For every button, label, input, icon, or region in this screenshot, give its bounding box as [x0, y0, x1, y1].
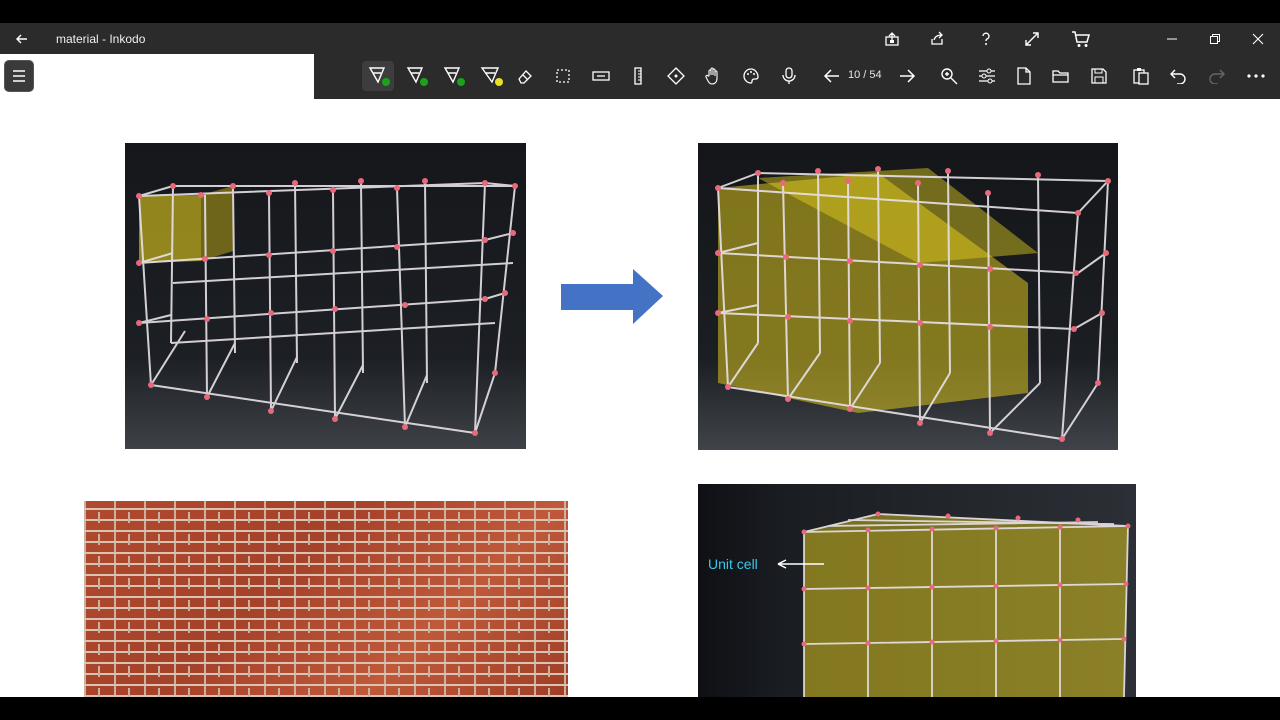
toolbar: 10 / 54	[0, 54, 1280, 99]
minimize-button[interactable]	[1156, 27, 1188, 51]
menu-button[interactable]	[4, 60, 34, 92]
save-icon	[1091, 68, 1107, 84]
close-icon	[1252, 33, 1264, 45]
close-button[interactable]	[1242, 27, 1274, 51]
pen-2-tool[interactable]	[400, 61, 432, 91]
eraser-icon	[518, 70, 532, 84]
new-page-button[interactable]	[1008, 61, 1040, 91]
share-icon	[931, 31, 943, 45]
restore-icon	[1210, 34, 1220, 44]
redo-button[interactable]	[1200, 61, 1232, 91]
notebook-canvas[interactable]: Unit cell	[0, 99, 1280, 697]
settings-sliders-icon	[979, 68, 995, 84]
fullscreen-icon	[1025, 32, 1039, 46]
text-tool[interactable]	[585, 61, 617, 91]
pan-tool[interactable]	[660, 61, 692, 91]
highlighter-icon	[480, 67, 503, 86]
title-bar: material - Inkodo	[0, 23, 1280, 54]
pen-3-tool[interactable]	[437, 61, 469, 91]
unit-cell-label: Unit cell	[708, 556, 758, 572]
next-page-icon	[900, 69, 916, 83]
palette-icon	[743, 68, 759, 84]
minimize-icon	[1167, 38, 1177, 40]
record-audio-tool[interactable]	[773, 61, 805, 91]
restore-button[interactable]	[1199, 27, 1231, 51]
ruler-tool[interactable]	[622, 61, 654, 91]
share-button[interactable]	[921, 27, 953, 51]
save-button[interactable]	[1083, 61, 1115, 91]
new-page-icon	[1017, 67, 1031, 85]
help-icon	[982, 32, 990, 45]
next-page-button[interactable]	[891, 61, 923, 91]
lattice-image-repeated-cells	[698, 143, 1118, 450]
more-icon	[1247, 74, 1265, 78]
back-button[interactable]	[8, 27, 36, 51]
paste-icon	[1133, 68, 1149, 85]
open-folder-icon	[1052, 70, 1069, 83]
window-title: material - Inkodo	[56, 32, 146, 46]
crystal-lattice-illustration	[136, 178, 518, 436]
eraser-tool[interactable]	[509, 61, 541, 91]
cart-icon	[1072, 31, 1090, 47]
paste-button[interactable]	[1125, 61, 1157, 91]
undo-icon	[1170, 69, 1186, 84]
zoom-icon	[941, 68, 958, 85]
brick-wall-image	[84, 501, 568, 697]
lasso-select-tool[interactable]	[547, 61, 579, 91]
crystal-lattice-illustration	[777, 511, 1131, 697]
lattice-image-single-cell	[125, 143, 526, 449]
more-button[interactable]	[1240, 61, 1272, 91]
settings-button[interactable]	[971, 61, 1003, 91]
crystal-lattice-illustration	[715, 166, 1111, 442]
export-icon	[885, 32, 899, 46]
export-button[interactable]	[876, 27, 908, 51]
back-arrow-icon	[16, 34, 27, 44]
prev-page-button[interactable]	[816, 61, 848, 91]
right-arrow-icon	[561, 269, 663, 324]
lasso-select-icon	[556, 69, 570, 83]
page-indicator: 10 / 54	[848, 69, 882, 81]
pen-icon	[443, 67, 465, 86]
cart-button[interactable]	[1065, 27, 1097, 51]
highlighter-tool[interactable]	[475, 61, 507, 91]
hand-tool[interactable]	[697, 61, 729, 91]
pen-icon	[368, 67, 390, 86]
hamburger-icon	[13, 70, 25, 82]
text-tool-icon	[592, 71, 610, 81]
prev-page-icon	[823, 69, 839, 83]
palette-tool[interactable]	[735, 61, 767, 91]
zoom-button[interactable]	[933, 61, 965, 91]
unit-cell-image: Unit cell	[698, 484, 1136, 697]
open-folder-button[interactable]	[1045, 61, 1077, 91]
pan-icon	[667, 67, 685, 85]
microphone-icon	[782, 67, 796, 84]
undo-button[interactable]	[1163, 61, 1195, 91]
ruler-icon	[634, 67, 642, 85]
help-button[interactable]	[970, 27, 1002, 51]
pen-icon	[406, 67, 428, 86]
pen-1-tool[interactable]	[362, 61, 394, 91]
redo-icon	[1209, 69, 1225, 84]
hand-icon	[705, 67, 718, 85]
fullscreen-button[interactable]	[1016, 27, 1048, 51]
notebook-name-field[interactable]	[0, 54, 314, 99]
